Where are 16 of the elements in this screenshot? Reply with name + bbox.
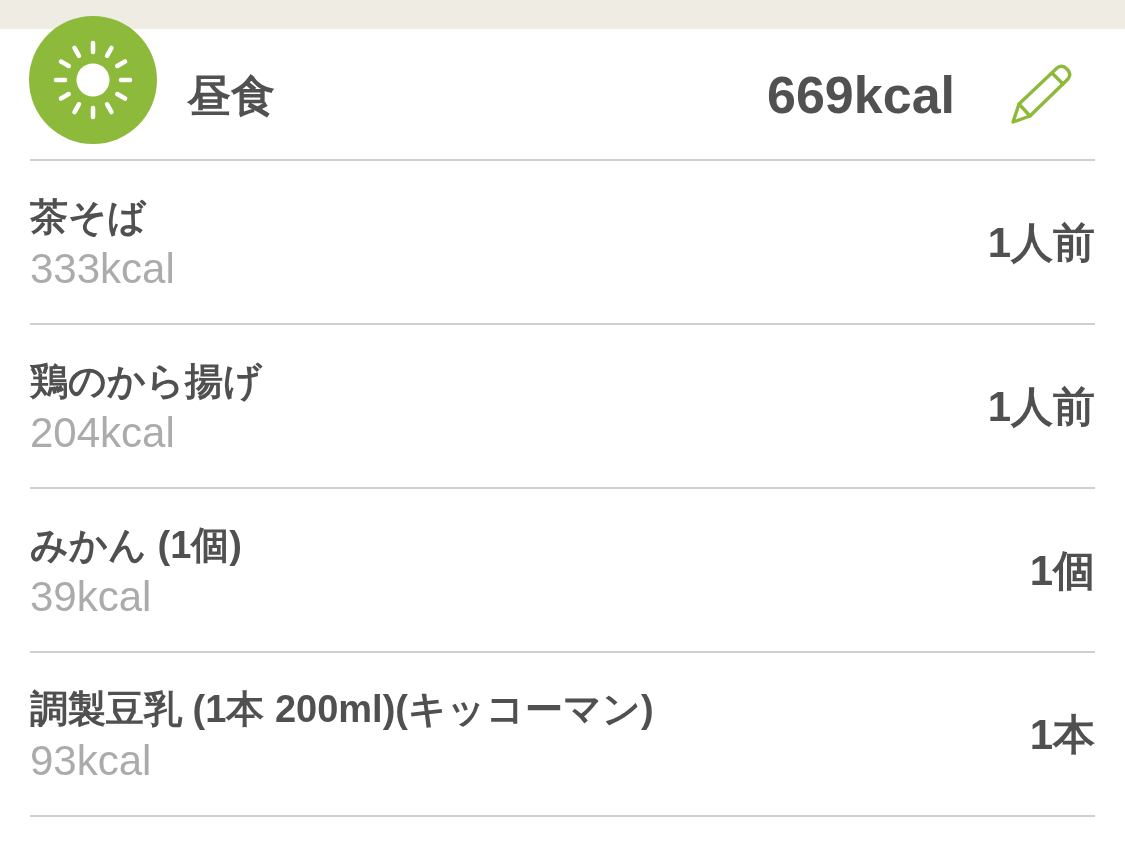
food-calories: 333kcal: [30, 244, 175, 294]
food-name: 鶏のから揚げ: [30, 359, 262, 404]
sun-icon: [29, 16, 157, 144]
meal-total-calories: 669kcal: [767, 65, 955, 125]
pencil-icon[interactable]: [1011, 64, 1073, 124]
food-name: 調製豆乳 (1本 200ml)(キッコーマン): [30, 687, 654, 732]
food-calories: 39kcal: [30, 572, 152, 622]
meal-title: 昼食: [187, 69, 275, 122]
food-calories: 204kcal: [30, 408, 175, 458]
food-portion: 1人前: [987, 218, 1095, 268]
food-portion: 1本: [1029, 710, 1095, 760]
food-portion: 1人前: [987, 382, 1095, 432]
food-name: 茶そば: [30, 195, 146, 240]
food-portion: 1個: [1029, 546, 1095, 596]
food-calories: 93kcal: [30, 736, 152, 786]
food-name: みかん (1個): [30, 523, 242, 568]
